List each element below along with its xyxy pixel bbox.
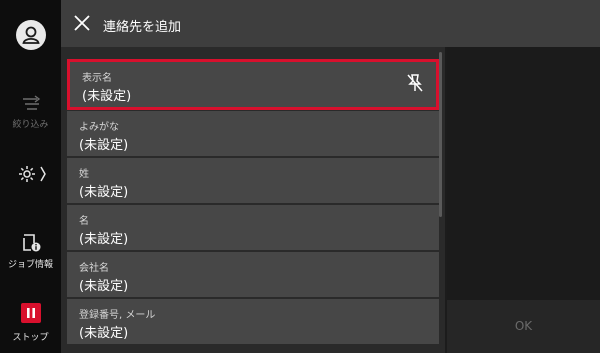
sidebar-item-filter[interactable]: 絞り込み xyxy=(0,95,61,130)
job-info-icon xyxy=(22,234,40,252)
pause-icon xyxy=(27,308,35,318)
ok-button[interactable]: OK xyxy=(447,300,600,353)
page-title: 連絡先を追加 xyxy=(103,20,182,35)
field-value: (未設定) xyxy=(79,232,129,247)
user-icon xyxy=(22,26,40,44)
gear-icon xyxy=(18,166,46,182)
sidebar-filter-label: 絞り込み xyxy=(12,120,49,130)
field-label: 姓 xyxy=(79,169,89,180)
sidebar-item-stop[interactable]: ストップ xyxy=(0,330,61,343)
field-first-name[interactable]: 名 (未設定) xyxy=(67,205,439,251)
field-label: 表示名 xyxy=(82,73,112,84)
field-label: 名 xyxy=(79,216,89,227)
app-frame: 絞り込み ジョブ情報 ストップ 連絡先を追加 表示名 (未設定) よみがな (未… xyxy=(0,0,600,353)
sidebar: 絞り込み ジョブ情報 ストップ xyxy=(0,0,61,353)
field-company[interactable]: 会社名 (未設定) xyxy=(67,252,439,298)
field-label: 会社名 xyxy=(79,263,109,274)
stop-button[interactable] xyxy=(21,303,41,323)
user-avatar[interactable] xyxy=(16,20,46,50)
sidebar-job-info-label: ジョブ情報 xyxy=(7,260,53,270)
field-list: 表示名 (未設定) よみがな (未設定) 姓 (未設定) 名 (未設定) 会社名… xyxy=(61,47,445,353)
footer-bar: OK xyxy=(447,300,600,353)
right-panel xyxy=(447,47,600,300)
filter-icon xyxy=(22,95,40,110)
field-display-name[interactable]: 表示名 (未設定) xyxy=(67,59,439,110)
field-registration-email[interactable]: 登録番号, メール (未設定) xyxy=(67,299,439,345)
field-value: (未設定) xyxy=(79,185,129,200)
header-bar: 連絡先を追加 xyxy=(61,0,600,47)
field-label: 登録番号, メール xyxy=(79,310,156,321)
sidebar-stop-label: ストップ xyxy=(12,333,49,343)
field-last-name[interactable]: 姓 (未設定) xyxy=(67,158,439,204)
field-value: (未設定) xyxy=(82,89,132,104)
field-value: (未設定) xyxy=(79,138,129,153)
sidebar-item-job-info[interactable]: ジョブ情報 xyxy=(0,233,61,270)
field-reading[interactable]: よみがな (未設定) xyxy=(67,111,439,157)
field-label: よみがな xyxy=(79,122,119,133)
field-value: (未設定) xyxy=(79,326,129,341)
close-icon[interactable] xyxy=(72,13,92,33)
scrollbar-thumb[interactable] xyxy=(439,52,442,217)
field-value: (未設定) xyxy=(79,279,129,294)
unpin-icon[interactable] xyxy=(406,73,424,93)
sidebar-item-settings[interactable] xyxy=(0,163,61,189)
